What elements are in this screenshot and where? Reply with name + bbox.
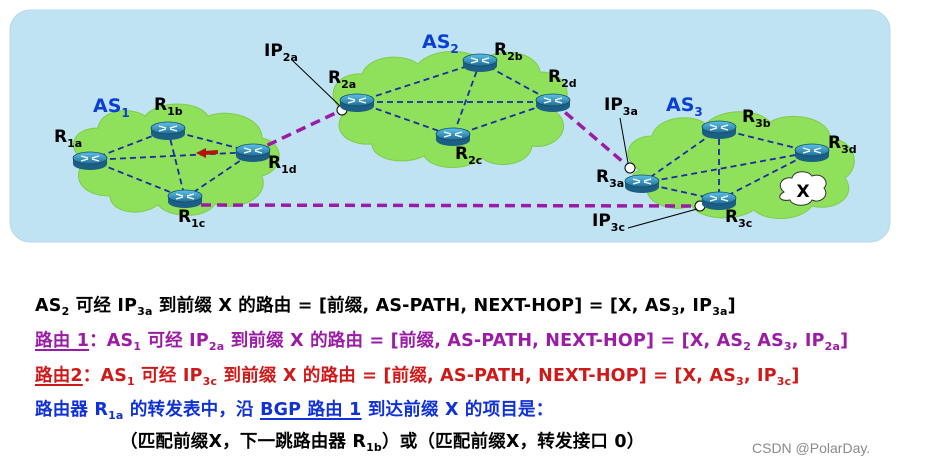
route-1-label: 路由 1 <box>35 331 90 351</box>
forwarding-entry-line: （匹配前缀X，下一跳路由器 R1b）或（匹配前缀X，转发接口 0） <box>120 432 645 454</box>
figure: X AS1 AS2 AS3 R1a R1b R1d R1c R2a R2b R2… <box>0 0 932 469</box>
explanation-text: AS2 可经 IP3a 到前缀 X 的路由 = [前缀, AS-PATH, NE… <box>0 0 932 469</box>
route-1-line: 路由 1：AS1 可经 IP2a 到前缀 X 的路由 = [前缀, AS-PAT… <box>35 331 849 353</box>
forwarding-table-line: 路由器 R1a 的转发表中，沿 BGP 路由 1 到达前缀 X 的项目是： <box>35 400 554 422</box>
bgp-route-1-link: BGP 路由 1 <box>260 400 362 420</box>
watermark: CSDN @PolarDay. <box>752 440 871 456</box>
as2-route-line: AS2 可经 IP3a 到前缀 X 的路由 = [前缀, AS-PATH, NE… <box>35 296 736 318</box>
route-2-label: 路由2 <box>35 366 83 386</box>
route-2-line: 路由2：AS1 可经 IP3c 到前缀 X 的路由 = [前缀, AS-PATH… <box>35 366 800 388</box>
